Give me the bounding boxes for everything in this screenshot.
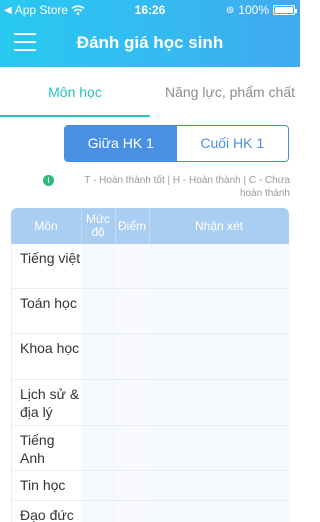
subject-name: Lịch sử & địa lý [20, 386, 80, 420]
table-row[interactable]: Tiếng Anh [12, 426, 290, 471]
segment-mid-term-1[interactable]: Giữa HK 1 [65, 126, 177, 161]
app-header: ◀ App Store 16:26 ⊚ 100% Đánh giá học si… [0, 0, 300, 67]
table-body: Tiếng việt Toán học Khoa học Lịch sử & đ… [11, 244, 290, 522]
level-cell [82, 501, 116, 522]
level-cell [82, 334, 116, 379]
level-cell [82, 289, 116, 333]
table-row[interactable]: Lịch sử & địa lý [12, 380, 290, 426]
comment-cell [150, 380, 290, 425]
tab-bar: Môn học Năng lực, phẩm chất [0, 67, 300, 117]
comment-cell [150, 289, 290, 333]
level-cell [82, 380, 116, 425]
score-cell [116, 244, 150, 288]
term-segmented-control: Giữa HK 1 Cuối HK 1 [64, 125, 289, 162]
level-cell [82, 471, 116, 500]
level-cell [82, 244, 116, 288]
score-cell [116, 380, 150, 425]
header-subject: Môn [34, 218, 58, 233]
score-cell [116, 426, 150, 470]
tab-abilities-qualities[interactable]: Năng lực, phẩm chất [150, 67, 310, 117]
table-row[interactable]: Toán học [12, 289, 290, 334]
table-row[interactable]: Khoa học [12, 334, 290, 380]
comment-cell [150, 471, 290, 500]
subject-name: Đạo đức [20, 507, 74, 522]
info-icon: i [43, 175, 54, 186]
header-level: Mức độ [85, 212, 111, 239]
subject-name: Tiếng việt [20, 250, 81, 266]
status-right: ⊚ 100% [225, 3, 297, 17]
level-cell [82, 426, 116, 470]
score-cell [116, 501, 150, 522]
comment-cell [150, 426, 290, 470]
segment-end-term-1[interactable]: Cuối HK 1 [176, 126, 288, 161]
battery-icon [273, 5, 297, 15]
table-row[interactable]: Đạo đức [12, 501, 290, 522]
score-cell [116, 471, 150, 500]
orientation-lock-icon: ⊚ [225, 4, 235, 16]
header-comment: Nhận xét [194, 218, 244, 233]
assessment-table: Môn Mức độ Điểm Nhận xét Tiếng việt Toán… [11, 208, 290, 522]
battery-percent: 100% [238, 3, 269, 17]
table-header: Môn Mức độ Điểm Nhận xét [11, 208, 289, 244]
header-score: Điểm [117, 218, 146, 233]
grading-legend: T - Hoàn thành tốt | H - Hoàn thành | C … [84, 175, 290, 199]
table-row[interactable]: Tin học [12, 471, 290, 501]
active-tab-indicator [0, 115, 150, 117]
subject-name: Khoa học [20, 340, 80, 356]
comment-cell [150, 334, 290, 379]
subject-name: Tiếng Anh [20, 432, 55, 466]
table-row[interactable]: Tiếng việt [12, 244, 290, 289]
score-cell [116, 334, 150, 379]
score-cell [116, 289, 150, 333]
comment-cell [150, 244, 290, 288]
status-bar: ◀ App Store 16:26 ⊚ 100% [0, 0, 300, 20]
subject-name: Tin học [20, 477, 66, 493]
page-title: Đánh giá học sinh [76, 33, 224, 52]
comment-cell [150, 501, 290, 522]
subject-name: Toán học [20, 295, 77, 311]
tab-subjects[interactable]: Môn học [0, 67, 150, 117]
